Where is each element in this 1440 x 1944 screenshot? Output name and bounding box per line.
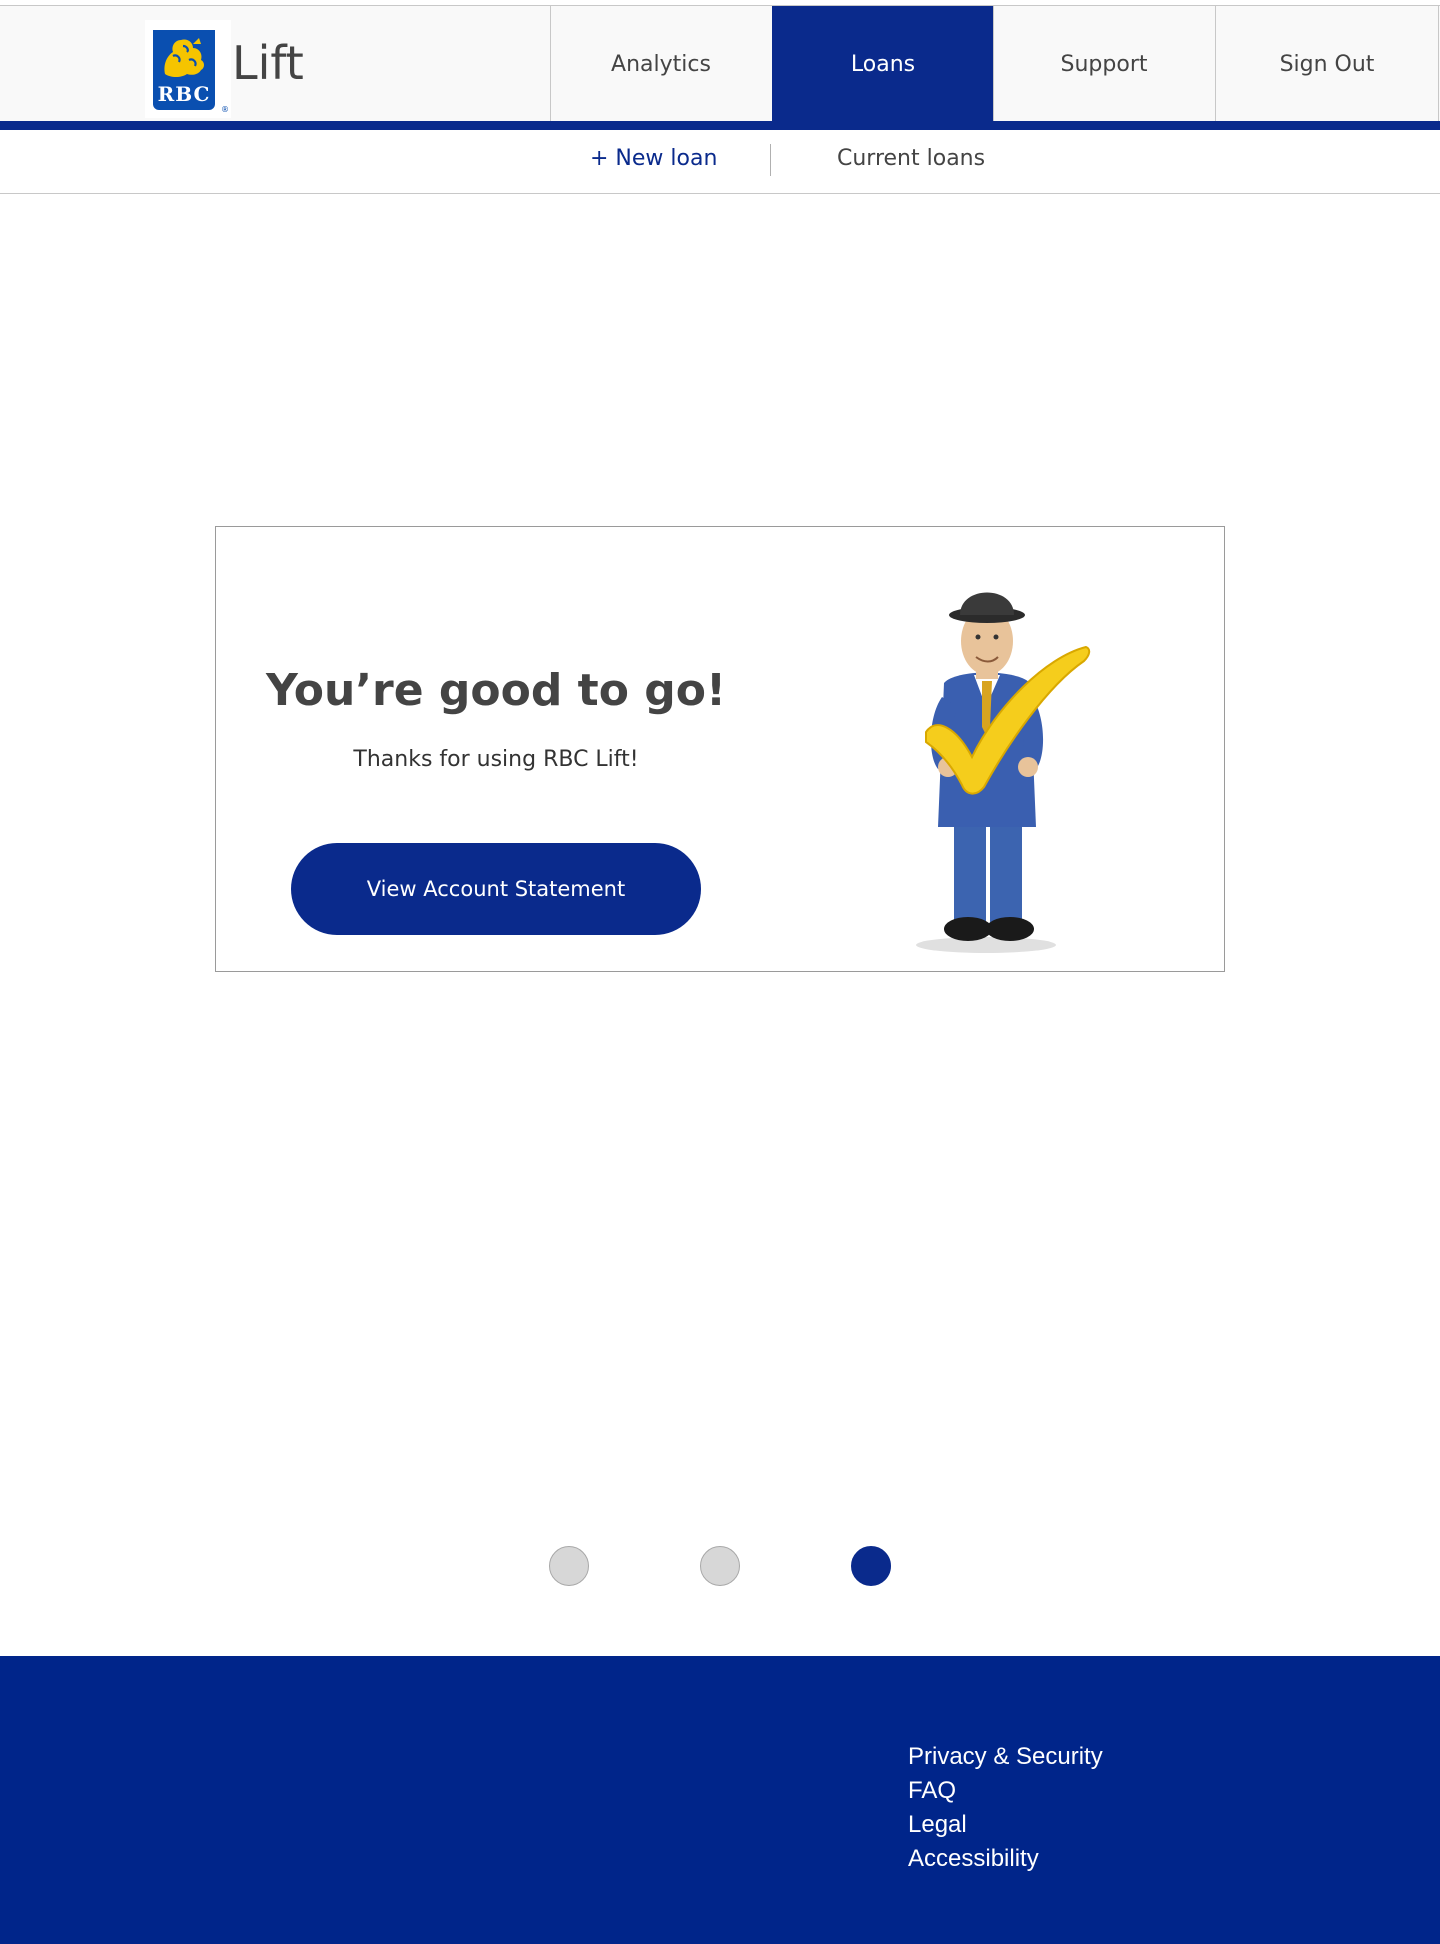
tab-loans[interactable]: Loans bbox=[772, 6, 993, 122]
mascot-checkmark-illustration bbox=[916, 592, 1091, 953]
footer-link-legal[interactable]: Legal bbox=[908, 1808, 1103, 1842]
confirmation-subtitle: Thanks for using RBC Lift! bbox=[353, 747, 639, 772]
current-loans-link[interactable]: Current loans bbox=[837, 146, 985, 171]
lion-icon bbox=[164, 38, 204, 77]
page-footer: Privacy & Security FAQ Legal Accessibili… bbox=[0, 1656, 1440, 1944]
sub-navigation: + New loan Current loans bbox=[0, 130, 1440, 194]
footer-link-accessibility[interactable]: Accessibility bbox=[908, 1842, 1103, 1876]
confirmation-card: You’re good to go! Thanks for using RBC … bbox=[215, 526, 1225, 972]
pagination-dot-1[interactable] bbox=[549, 1546, 589, 1586]
footer-link-faq[interactable]: FAQ bbox=[908, 1774, 1103, 1808]
header-accent-bar bbox=[0, 121, 1440, 130]
app-name: Lift bbox=[232, 36, 304, 90]
subnav-divider bbox=[770, 144, 771, 176]
footer-link-privacy-security[interactable]: Privacy & Security bbox=[908, 1740, 1103, 1774]
new-loan-link[interactable]: + New loan bbox=[590, 146, 717, 171]
tab-sign-out[interactable]: Sign Out bbox=[1215, 6, 1439, 122]
confirmation-title: You’re good to go! bbox=[265, 665, 727, 716]
footer-links: Privacy & Security FAQ Legal Accessibili… bbox=[908, 1740, 1103, 1876]
logo-text: RBC bbox=[157, 82, 211, 106]
rbc-shield-icon: RBC bbox=[153, 30, 215, 110]
view-account-statement-button[interactable]: View Account Statement bbox=[291, 843, 701, 935]
rbc-logo[interactable]: RBC ® bbox=[145, 20, 231, 118]
tab-analytics[interactable]: Analytics bbox=[550, 6, 771, 122]
tab-support[interactable]: Support bbox=[993, 6, 1214, 122]
pagination-dot-2[interactable] bbox=[700, 1546, 740, 1586]
pagination-dot-3[interactable] bbox=[851, 1546, 891, 1586]
registered-mark-icon: ® bbox=[221, 105, 229, 114]
top-header: RBC ® Lift Analytics Loans Support Sign … bbox=[0, 5, 1440, 122]
